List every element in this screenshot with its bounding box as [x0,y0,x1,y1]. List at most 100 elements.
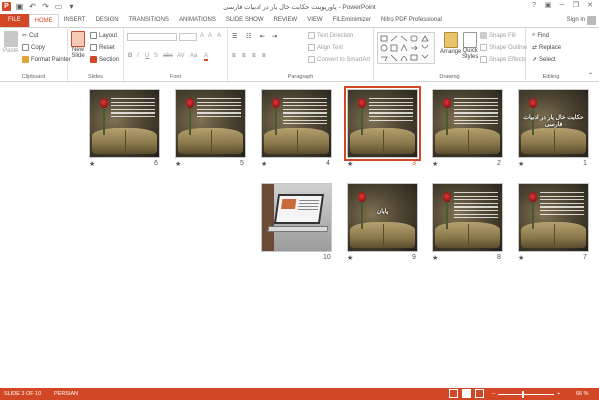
slide-text-lines [369,98,413,123]
tab-slide-show[interactable]: SLIDE SHOW [221,14,269,27]
normal-view-button[interactable] [449,389,458,398]
slide-thumbnail[interactable] [175,89,246,158]
bullets-button[interactable]: ☰ [232,33,237,40]
numbering-button[interactable]: ☷ [246,33,251,40]
section-button[interactable]: Section [90,56,119,63]
sign-in-link[interactable]: Sign in [567,14,585,27]
animation-star-icon[interactable]: ★ [347,254,353,262]
animation-star-icon[interactable]: ★ [432,254,438,262]
shape-fill-button[interactable]: Shape Fill [480,32,516,39]
arrange-button[interactable]: Arrange [440,32,461,55]
layout-button[interactable]: Layout [90,32,117,39]
shapes-gallery[interactable] [377,32,435,64]
restore-button[interactable]: ❐ [569,0,583,12]
tab-file[interactable]: FILE [0,14,29,27]
collapse-ribbon-icon[interactable]: ⌃ [588,72,593,79]
character-spacing-button[interactable]: AV [177,53,185,59]
slide-thumbnail[interactable] [344,86,421,161]
slide-thumbnail[interactable] [261,89,332,158]
change-case-button[interactable]: Aa [190,53,197,59]
bold-button[interactable]: B [128,53,132,59]
new-slide-button[interactable]: New Slide [71,31,85,59]
replace-button[interactable]: ⇄ Replace [532,44,561,52]
ribbon-display-options-icon[interactable]: ▣ [541,0,555,12]
rose-icon [529,98,537,108]
select-button[interactable]: ➚ Select [532,56,556,64]
italic-button[interactable]: I [137,53,139,59]
cut-button[interactable]: ✂ Cut [22,32,38,40]
slide-thumbnail[interactable]: پایان [347,183,418,252]
animation-star-icon[interactable]: ★ [261,160,267,168]
slide-thumbnail[interactable] [432,89,503,158]
tab-nitro-pdf[interactable]: Nitro PDF Professional [376,14,447,27]
tab-transitions[interactable]: TRANSITIONS [124,14,174,27]
slide-title: پایان [376,209,389,215]
animation-star-icon[interactable]: ★ [347,160,353,168]
strikethrough-button[interactable]: abc [163,53,173,59]
shape-effects-icon [480,56,487,63]
zoom-slider[interactable] [498,390,555,398]
animation-star-icon[interactable]: ★ [89,160,95,168]
reading-view-button[interactable] [475,389,484,398]
slide-number: 7 [583,254,587,261]
grow-font-button[interactable]: A [200,33,204,39]
font-color-button[interactable]: A [204,53,209,61]
shrink-font-button[interactable]: A [208,33,212,39]
slide-thumbnail[interactable] [89,89,160,158]
justify-button[interactable]: ≡ [262,53,266,59]
tab-insert[interactable]: INSERT [59,14,91,27]
account-avatar[interactable] [587,16,596,25]
align-center-button[interactable]: ≡ [242,53,246,59]
slide-thumbnail[interactable] [432,183,503,252]
animation-star-icon[interactable]: ★ [432,160,438,168]
slide-indicator[interactable]: SLIDE 3 OF 10 [4,391,41,397]
decrease-indent-button[interactable]: ⇤ [260,33,265,40]
animation-star-icon[interactable]: ★ [518,254,524,262]
quick-styles-button[interactable]: Quick Styles [462,32,478,60]
tab-home[interactable]: HOME [28,14,59,27]
close-button[interactable]: ✕ [583,0,597,12]
zoom-slider-thumb[interactable] [522,390,525,398]
animation-star-icon[interactable]: ★ [518,160,524,168]
font-family-input[interactable] [127,33,177,41]
minimize-button[interactable]: ─ [555,0,569,12]
zoom-in-button[interactable]: + [557,391,560,397]
zoom-out-button[interactable]: – [492,391,495,397]
shape-effects-button[interactable]: Shape Effects [480,56,526,63]
find-button[interactable]: ⌕ Find [532,32,549,39]
increase-indent-button[interactable]: ⇥ [272,33,277,40]
slide-number: 10 [323,254,331,261]
align-left-button[interactable]: ≡ [232,53,236,59]
reset-button[interactable]: Reset [90,44,115,51]
rose-icon [529,192,537,202]
shadow-button[interactable]: S [154,53,158,59]
underline-button[interactable]: U [145,53,149,59]
help-icon[interactable]: ? [527,0,541,12]
clipboard-group-label: Clipboard [21,74,46,80]
font-size-input[interactable] [179,33,197,41]
tab-view[interactable]: VIEW [302,14,327,27]
slide-thumbnail[interactable] [261,183,332,252]
tab-review[interactable]: REVIEW [269,14,303,27]
shape-outline-button[interactable]: Shape Outline [480,44,527,51]
language-indicator[interactable]: PERSIAN [54,391,78,397]
animation-star-icon[interactable]: ★ [175,160,181,168]
slide-sorter-view-button[interactable] [462,389,471,398]
format-painter-button[interactable]: Format Painter [22,56,71,63]
slide-thumbnail[interactable] [518,183,589,252]
copy-button[interactable]: Copy [22,44,45,51]
clear-formatting-button[interactable]: A [217,33,221,39]
tab-fileminimizer[interactable]: FILEminimizer [328,14,376,27]
tab-design[interactable]: DESIGN [91,14,124,27]
zoom-control: – + [492,390,560,398]
window-title: پاورپوینت حکایت خال یار در ادبیات فارسی … [223,4,376,11]
convert-to-smartart-button[interactable]: Convert to SmartArt [308,56,370,63]
slide-thumbnail[interactable]: حکایت خال یار در ادبیات فارسی [518,89,589,158]
align-right-button[interactable]: ≡ [252,53,256,59]
text-direction-button[interactable]: Text Direction [308,32,353,39]
zoom-level[interactable]: 66 % [576,391,589,397]
align-text-button[interactable]: Align Text [308,44,343,51]
paste-button[interactable]: Paste [3,31,18,54]
tab-animations[interactable]: ANIMATIONS [174,14,221,27]
rose-icon [443,192,451,202]
